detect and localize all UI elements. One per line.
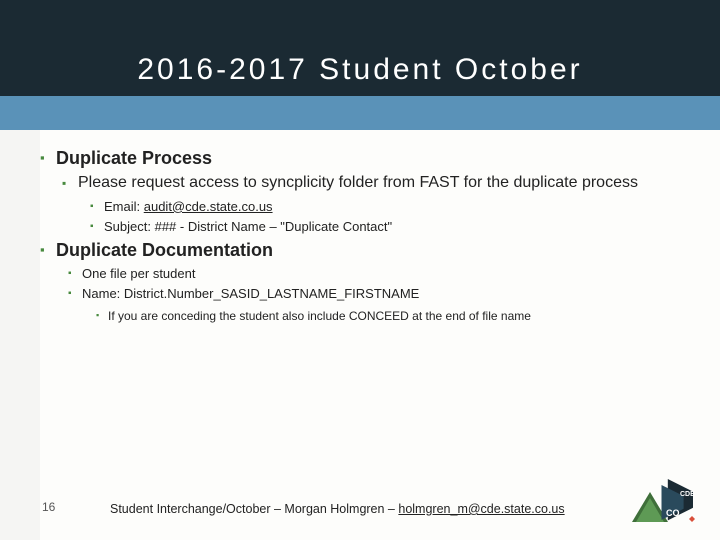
sub-bullet-subject: Subject: ### - District Name – "Duplicat… — [90, 218, 696, 236]
svg-text:CO: CO — [666, 508, 680, 518]
slide: 2016-2017 Student October Duplicate Proc… — [0, 0, 720, 540]
title-band: 2016-2017 Student October — [0, 0, 720, 130]
section-heading: Duplicate Documentation — [56, 240, 273, 260]
sub-bullet-text: Email: audit@cde.state.co.us — [104, 199, 273, 214]
sub-bullet-text: Name: District.Number_SASID_LASTNAME_FIR… — [82, 286, 419, 301]
sub-bullet-text: Subject: ### - District Name – "Duplicat… — [104, 219, 392, 234]
bullet-item: Please request access to syncplicity fol… — [62, 173, 696, 236]
section-duplicate-process: Duplicate Process Please request access … — [40, 148, 696, 236]
email-link[interactable]: audit@cde.state.co.us — [144, 199, 273, 214]
content-area: Duplicate Process Please request access … — [40, 148, 696, 329]
sub-bullet-one-file: One file per student — [68, 265, 696, 283]
sub-sub-bullet-conceed: If you are conceding the student also in… — [96, 307, 696, 325]
section-heading: Duplicate Process — [56, 148, 212, 168]
footer-prefix: Student Interchange/October – Morgan Hol… — [110, 502, 398, 516]
sub-bullet-email: Email: audit@cde.state.co.us — [90, 198, 696, 216]
bullet-text: Please request access to syncplicity fol… — [78, 174, 638, 191]
footer-email-link[interactable]: holmgren_m@cde.state.co.us — [398, 502, 564, 516]
sub-bullet-text: One file per student — [82, 266, 195, 281]
section-duplicate-documentation: Duplicate Documentation One file per stu… — [40, 240, 696, 324]
footer: 16 Student Interchange/October – Morgan … — [0, 476, 720, 540]
sub-bullet-name-format: Name: District.Number_SASID_LASTNAME_FIR… — [68, 285, 696, 324]
cde-colorado-logo-icon: CDE CO — [630, 476, 702, 530]
slide-title: 2016-2017 Student October — [137, 53, 582, 87]
email-prefix: Email: — [104, 199, 144, 214]
svg-text:CDE: CDE — [680, 491, 695, 498]
page-number: 16 — [42, 500, 55, 514]
footer-text: Student Interchange/October – Morgan Hol… — [110, 502, 565, 516]
sub-sub-bullet-text: If you are conceding the student also in… — [108, 309, 531, 323]
